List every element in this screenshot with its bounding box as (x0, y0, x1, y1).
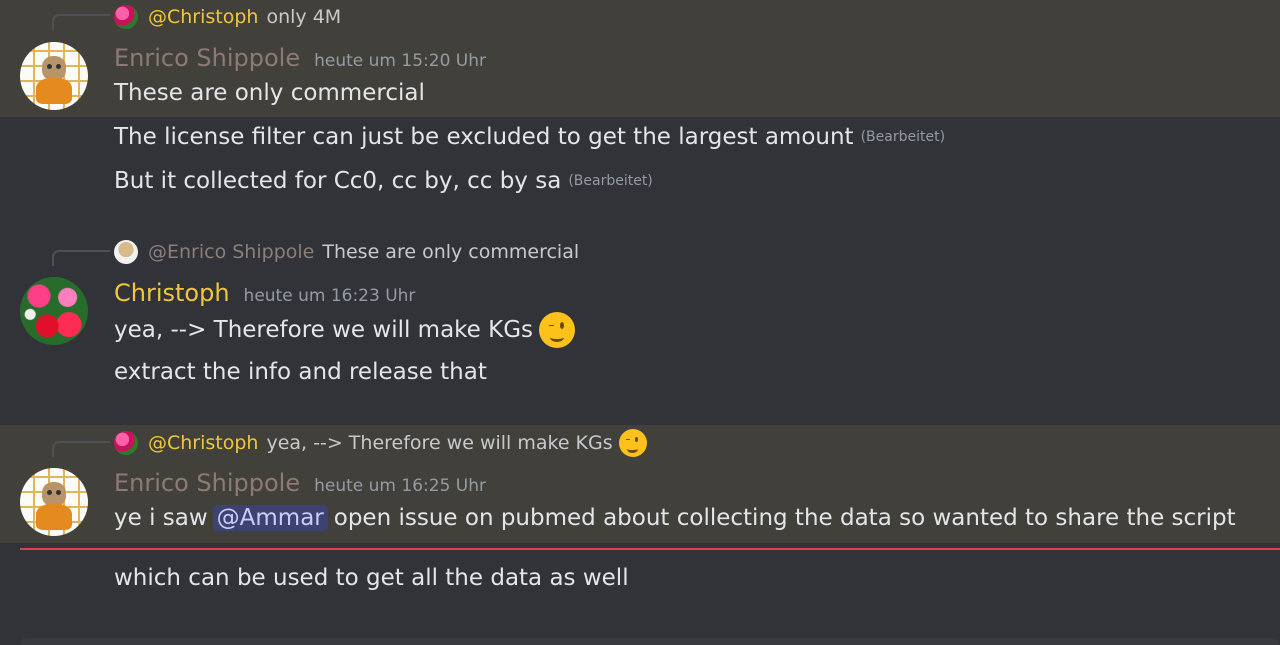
message-line-pre: ye i saw (114, 505, 208, 531)
message-text: yea, --> Therefore we will make KGs (114, 311, 576, 349)
message-text: But it collected for Cc0, cc by, cc by s… (114, 168, 653, 194)
timestamp: heute um 16:23 Uhr (243, 286, 416, 306)
reply-text: only 4M (266, 6, 342, 28)
author-name[interactable]: Enrico Shippole (114, 469, 300, 497)
message-group-1: @Christoph only 4M Enrico Shippole heute… (0, 0, 1280, 117)
reply-text: yea, --> Therefore we will make KGs (266, 432, 613, 454)
edited-label: (Bearbeitet) (568, 173, 653, 189)
reply-reference[interactable]: @Christoph only 4M (114, 4, 341, 30)
reply-author[interactable]: @Christoph (148, 6, 258, 28)
message-input-edge[interactable] (20, 638, 1280, 645)
avatar[interactable] (20, 468, 88, 536)
reply-connector (52, 14, 110, 30)
user-mention[interactable]: @Ammar (212, 505, 328, 531)
reply-avatar (114, 5, 138, 29)
message-group-3: @Christoph yea, --> Therefore we will ma… (0, 425, 1280, 543)
edited-label: (Bearbeitet) (860, 129, 946, 145)
reply-author[interactable]: @Enrico Shippole (148, 241, 314, 263)
reply-author[interactable]: @Christoph (148, 432, 258, 454)
message-line: These are only commercial (114, 80, 425, 106)
author-name[interactable]: Enrico Shippole (114, 44, 300, 72)
message-header: Enrico Shippole heute um 15:20 Uhr (114, 44, 486, 74)
message-line: The license filter can just be excluded … (114, 124, 854, 150)
message-header: Christoph heute um 16:23 Uhr (114, 279, 415, 309)
avatar[interactable] (20, 277, 88, 345)
chat-log: @Christoph only 4M Enrico Shippole heute… (0, 0, 1280, 645)
author-name[interactable]: Christoph (114, 279, 230, 307)
avatar[interactable] (20, 42, 88, 110)
new-messages-divider (20, 548, 1280, 550)
reply-connector (52, 250, 110, 266)
message-line-post: open issue on pubmed about collecting th… (333, 505, 1236, 531)
winking-face-emoji (618, 429, 647, 457)
reply-reference[interactable]: @Christoph yea, --> Therefore we will ma… (114, 429, 647, 457)
timestamp: heute um 16:25 Uhr (314, 476, 487, 496)
message-text: which can be used to get all the data as… (114, 565, 629, 591)
reply-avatar (114, 240, 138, 264)
reply-connector (52, 441, 110, 457)
winking-face-emoji[interactable] (539, 312, 576, 348)
message-header: Enrico Shippole heute um 16:25 Uhr (114, 469, 486, 499)
message-line: which can be used to get all the data as… (114, 565, 629, 591)
message-line: yea, --> Therefore we will make KGs (114, 317, 534, 343)
message-text: ye i saw @Ammar open issue on pubmed abo… (114, 505, 1236, 531)
message-text: These are only commercial (114, 80, 425, 106)
reply-avatar (114, 431, 138, 455)
reply-reference[interactable]: @Enrico Shippole These are only commerci… (114, 239, 579, 265)
message-line: But it collected for Cc0, cc by, cc by s… (114, 168, 562, 194)
message-line: extract the info and release that (114, 359, 487, 385)
timestamp: heute um 15:20 Uhr (314, 51, 487, 71)
message-text: The license filter can just be excluded … (114, 124, 945, 150)
message-text: extract the info and release that (114, 359, 487, 385)
reply-text: These are only commercial (322, 241, 580, 263)
